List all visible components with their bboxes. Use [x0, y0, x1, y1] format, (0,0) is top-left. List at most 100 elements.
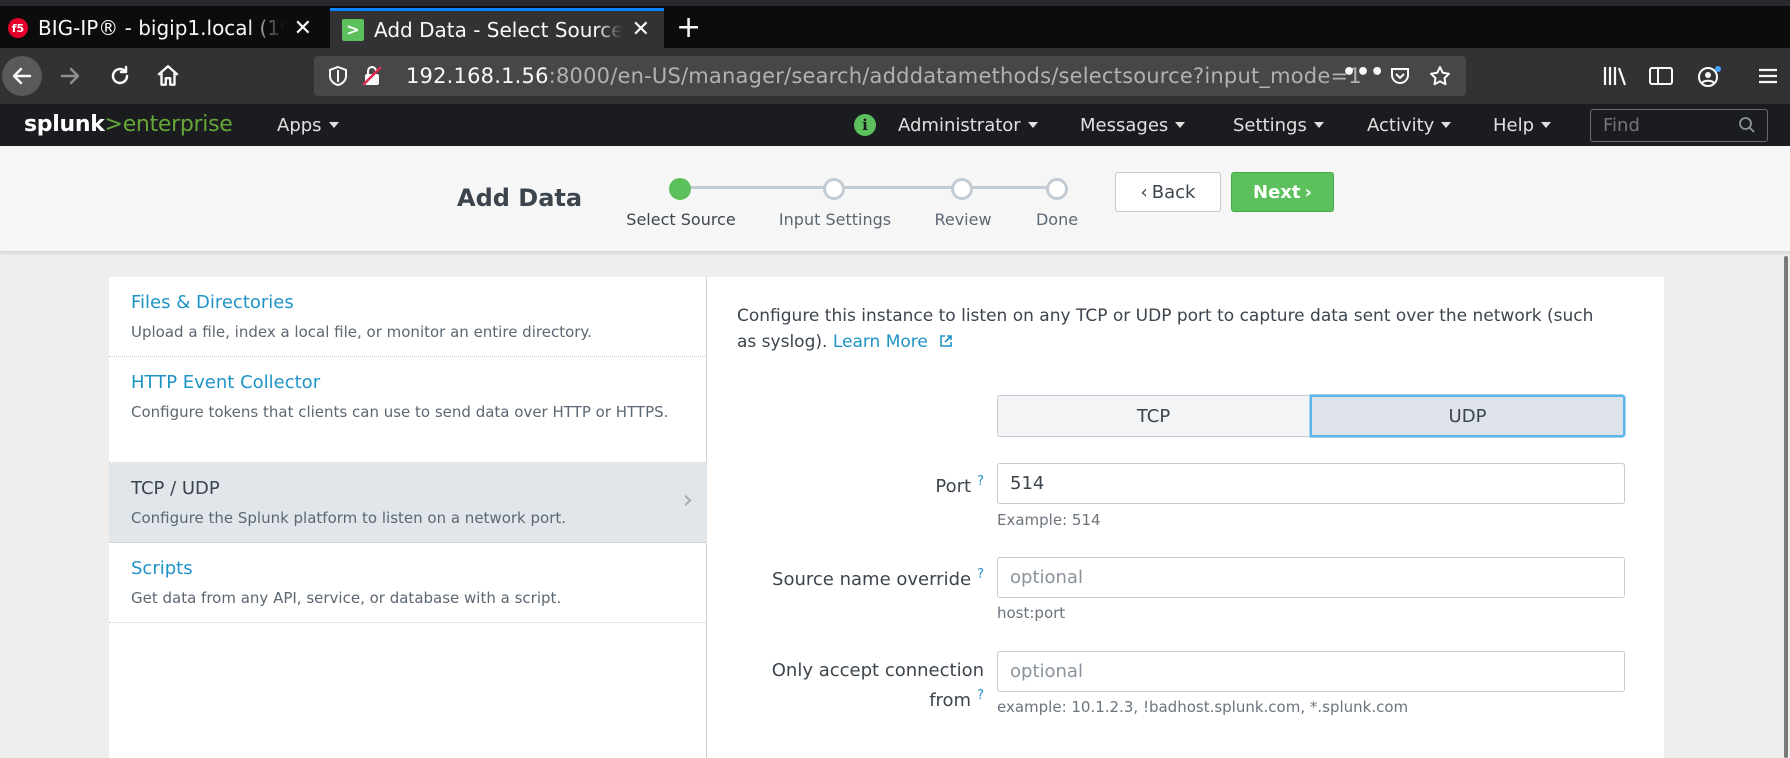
udp-option-button[interactable]: UDP [1310, 395, 1625, 437]
close-tab-icon[interactable]: ✕ [294, 16, 312, 41]
port-hint: Example: 514 [997, 511, 1101, 529]
accept-connection-label-line1: Only accept connection [771, 660, 984, 681]
source-name-override-label: Source name override? [772, 562, 984, 592]
administrator-menu-label: Administrator [898, 115, 1021, 136]
port-input[interactable] [997, 463, 1625, 504]
page-actions-dots-icon[interactable]: ••• [1342, 60, 1384, 85]
caret-down-icon [328, 122, 339, 128]
source-title[interactable]: Scripts [131, 558, 685, 579]
url-text: 192.168.1.56:8000/en-US/manager/search/a… [406, 64, 1362, 88]
next-button[interactable]: Next › [1231, 172, 1334, 212]
logo-gt: > [104, 112, 123, 137]
main-content: Files & Directories Upload a file, index… [109, 277, 1664, 758]
step-dot-input-settings [823, 178, 845, 200]
step-label-done: Done [1035, 210, 1079, 229]
tab-title: Add Data - Select Source [374, 17, 622, 42]
browser-back-button[interactable] [2, 56, 42, 96]
browser-nav-bar: 192.168.1.56:8000/en-US/manager/search/a… [0, 48, 1790, 104]
back-button-label: Back [1151, 181, 1196, 203]
help-question-icon[interactable]: ? [977, 474, 984, 489]
learn-more-label: Learn More [832, 332, 928, 352]
source-title[interactable]: HTTP Event Collector [131, 372, 685, 393]
pocket-icon[interactable] [1388, 64, 1412, 88]
arrow-left-icon [12, 67, 32, 85]
library-icon[interactable] [1602, 64, 1628, 88]
caret-down-icon [1441, 122, 1452, 128]
source-description: Upload a file, index a local file, or mo… [131, 323, 592, 341]
tab-bigip[interactable]: f5 BIG-IP® - bigip1.local (19 ✕ [0, 8, 326, 48]
tabbar-top-strip [0, 0, 1790, 6]
step-progress-line [680, 186, 1054, 189]
source-name-override-input[interactable] [997, 557, 1625, 598]
tab-add-data[interactable]: > Add Data - Select Source ✕ [330, 8, 664, 48]
logo-brand: splunk [24, 112, 105, 137]
home-icon [157, 65, 179, 86]
info-icon[interactable]: i [854, 114, 876, 136]
caret-down-icon [1027, 122, 1038, 128]
messages-menu[interactable]: Messages [1080, 115, 1186, 136]
activity-menu-label: Activity [1367, 115, 1435, 136]
home-button[interactable] [148, 56, 188, 96]
source-title[interactable]: TCP / UDP [131, 478, 685, 499]
step-label-review: Review [934, 210, 992, 229]
step-dot-review [951, 178, 973, 200]
sidebar-icon[interactable] [1648, 64, 1674, 88]
splunk-favicon-icon: > [342, 18, 364, 41]
shield-icon[interactable] [326, 64, 350, 88]
accept-connection-input[interactable] [997, 651, 1625, 692]
insecure-lock-icon[interactable] [360, 64, 384, 88]
reload-button[interactable] [100, 56, 140, 96]
step-dot-done [1046, 178, 1068, 200]
source-name-hint: host:port [997, 604, 1066, 622]
hamburger-menu-icon[interactable] [1756, 64, 1780, 88]
source-description: Configure the Splunk platform to listen … [131, 509, 567, 527]
source-item-tcp-udp[interactable]: TCP / UDP Configure the Splunk platform … [109, 463, 707, 543]
source-item-http-event-collector[interactable]: HTTP Event Collector Configure tokens th… [109, 357, 707, 463]
administrator-menu[interactable]: Administrator [898, 115, 1038, 136]
reload-icon [111, 65, 129, 85]
splunk-logo[interactable]: splunk>enterprise [24, 112, 233, 137]
settings-menu[interactable]: Settings [1233, 115, 1324, 136]
port-label-text: Port [935, 476, 972, 497]
browser-forward-button[interactable] [50, 56, 90, 96]
browser-tab-bar: f5 BIG-IP® - bigip1.local (19 ✕ > Add Da… [0, 0, 1790, 48]
step-label-select-source: Select Source [626, 210, 736, 229]
help-menu-label: Help [1493, 115, 1535, 136]
apps-menu-label: Apps [277, 115, 322, 136]
source-description: Get data from any API, service, or datab… [131, 589, 562, 607]
back-button[interactable]: ‹ Back [1115, 172, 1221, 212]
url-bar[interactable]: 192.168.1.56:8000/en-US/manager/search/a… [314, 56, 1466, 96]
step-label-input-settings: Input Settings [778, 210, 892, 229]
accept-connection-label-line2-wrap: from? [772, 683, 984, 713]
source-description: Configure tokens that clients can use to… [131, 403, 669, 421]
tcp-option-button[interactable]: TCP [997, 395, 1310, 437]
next-button-label: Next [1253, 181, 1301, 203]
activity-menu[interactable]: Activity [1367, 115, 1452, 136]
help-question-icon[interactable]: ? [977, 688, 984, 703]
source-list: Files & Directories Upload a file, index… [109, 277, 707, 758]
chevron-right-icon: › [682, 485, 693, 515]
close-tab-icon[interactable]: ✕ [632, 17, 650, 42]
help-question-icon[interactable]: ? [977, 567, 984, 582]
caret-down-icon [1175, 122, 1186, 128]
arrow-right-icon [60, 67, 80, 85]
help-menu[interactable]: Help [1493, 115, 1552, 136]
source-name-label-text: Source name override [772, 569, 972, 590]
learn-more-link[interactable]: Learn More [833, 332, 953, 352]
caret-down-icon [1541, 122, 1552, 128]
page-scrollbar[interactable] [1784, 256, 1788, 758]
settings-menu-label: Settings [1233, 115, 1307, 136]
accept-connection-hint: example: 10.1.2.3, !badhost.splunk.com, … [997, 698, 1409, 716]
logo-product: enterprise [122, 112, 233, 137]
account-icon[interactable] [1696, 64, 1724, 90]
new-tab-plus-icon[interactable]: + [676, 12, 701, 44]
source-title[interactable]: Files & Directories [131, 292, 685, 313]
search-icon[interactable] [1738, 116, 1756, 134]
protocol-toggle: TCP UDP [997, 395, 1625, 437]
caret-down-icon [1313, 122, 1324, 128]
apps-menu[interactable]: Apps [277, 115, 339, 136]
bookmark-star-icon[interactable] [1428, 64, 1452, 88]
source-item-scripts[interactable]: Scripts Get data from any API, service, … [109, 543, 707, 623]
source-item-files-directories[interactable]: Files & Directories Upload a file, index… [109, 277, 707, 357]
accept-connection-label-line2: from [929, 690, 972, 711]
